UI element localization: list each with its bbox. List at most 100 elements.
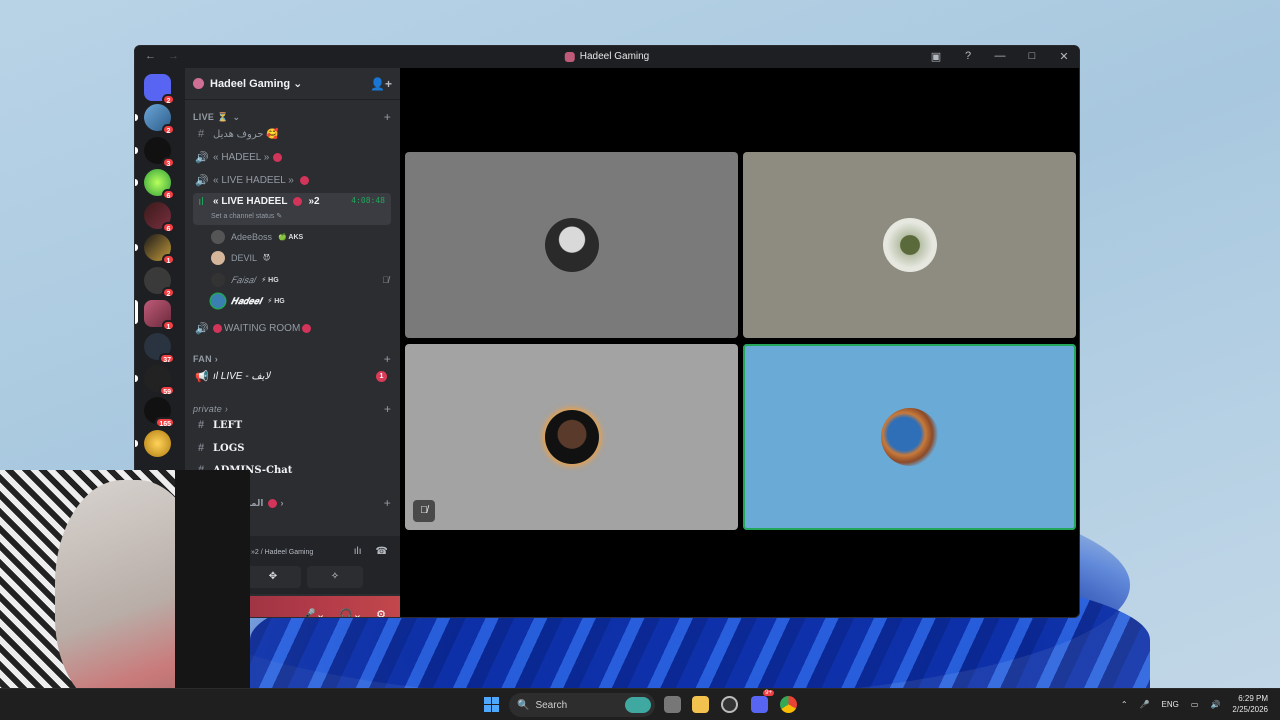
server-icon[interactable]: 6 [144, 202, 175, 233]
server-name: Hadeel Gaming ⌄ [210, 78, 303, 90]
participant-tile[interactable] [743, 152, 1076, 338]
headphones-icon[interactable]: 🎧⌄ [339, 608, 362, 617]
discord-taskbar-icon[interactable]: 9+ [751, 690, 774, 713]
task-view-icon[interactable] [664, 696, 681, 713]
voice-member[interactable]: 𝐹𝑎𝑖𝑠𝑎𝑙 ⚡ HG 🎙̸ [211, 273, 389, 287]
activities-icon[interactable]: ✥ [245, 566, 301, 588]
avatar [880, 408, 939, 466]
channel-label: WAITING ROOM [224, 322, 301, 334]
invite-people-icon[interactable]: 👤+ [370, 77, 392, 91]
add-channel-icon[interactable]: + [384, 110, 391, 124]
channel-status[interactable]: Set a channel status ✎ [211, 212, 282, 220]
file-explorer-icon[interactable] [692, 696, 709, 713]
taskbar-search[interactable]: 🔍 Search [509, 693, 655, 717]
voice-member[interactable]: 𝑯𝒂𝒅𝒆𝒆𝒍 ⚡ HG [211, 294, 389, 308]
participant-tile[interactable]: 🎙̸ [405, 344, 738, 530]
voice-channel-live-hadeel-2[interactable]: ıl « LIVE HADEEL »2 4:08:48 [193, 193, 391, 225]
chevron-up-icon[interactable]: ⌃ [1121, 700, 1128, 709]
search-icon: 🔍 [517, 699, 530, 711]
hashtag-icon: # [197, 128, 205, 140]
server-icon[interactable]: 1 [144, 234, 175, 265]
batman-server-icon[interactable]: 3 [144, 137, 175, 168]
channel-letters[interactable]: # حروف هديل 🥰 [193, 124, 391, 144]
clock[interactable]: 6:29 PM 2/25/2026 [1232, 693, 1268, 715]
minimize-icon[interactable]: — [993, 50, 1007, 63]
voice-member[interactable]: DEVIL 😈 [211, 251, 389, 265]
hadeel-gaming-server-icon[interactable]: 1 [144, 300, 175, 331]
network-icon[interactable]: ▭ [1191, 700, 1199, 709]
stage-channel-live[interactable]: 📢 ıl LIVE - لايف 1 [193, 366, 391, 386]
maximize-icon[interactable]: □ [1025, 50, 1039, 63]
server-icon[interactable]: 165 [144, 397, 175, 428]
member-tag: ⚡ HG [267, 298, 285, 305]
participant-tile-speaking[interactable] [743, 344, 1076, 530]
category-live[interactable]: LIVE ⏳ ⌄ + [193, 110, 391, 124]
unread-pill [135, 440, 138, 447]
avatar [211, 294, 225, 308]
muted-icon: 🎙̸ [382, 275, 389, 285]
category-fan[interactable]: FAN › + [193, 352, 391, 366]
avatar [211, 273, 225, 287]
chevron-down-icon: ⌄ [232, 111, 241, 122]
live-timer: 4:08:48 [351, 196, 385, 205]
date: 2/25/2026 [1232, 705, 1268, 714]
microphone-icon[interactable]: 🎤 [1140, 700, 1150, 709]
user-controls: 🎤⌄ 🎧⌄ ⚙ [302, 608, 386, 617]
chrome-icon[interactable] [780, 696, 797, 713]
channel-left[interactable]: # LEFT [193, 415, 391, 435]
server-icon[interactable]: 37 [144, 333, 175, 364]
channel-label: LOGS [213, 442, 245, 454]
window-title-text: Hadeel Gaming [579, 51, 650, 62]
badge: 37 [159, 353, 175, 364]
unread-pill [135, 179, 138, 186]
language-indicator[interactable]: ENG [1162, 700, 1179, 709]
voice-location[interactable]: »2 / Hadeel Gaming [251, 549, 313, 556]
add-channel-icon[interactable]: + [384, 496, 391, 510]
server-icon[interactable]: 2 [144, 267, 175, 298]
app-icon[interactable] [721, 696, 738, 713]
voice-channel-waiting-room[interactable]: 🔊 WAITING ROOM [193, 318, 391, 338]
add-channel-icon[interactable]: + [384, 402, 391, 416]
participant-tile[interactable] [405, 152, 738, 338]
avatar [544, 218, 599, 272]
forward-icon[interactable]: → [168, 50, 179, 62]
avatar [882, 218, 937, 272]
voice-active-icon: ıl [198, 196, 204, 208]
inbox-icon[interactable]: ▣ [929, 50, 943, 63]
noise-suppression-icon[interactable]: ılı [354, 546, 362, 557]
unread-pill [135, 114, 138, 121]
add-channel-icon[interactable]: + [384, 352, 391, 366]
server-icon[interactable] [144, 430, 171, 457]
volume-icon[interactable]: 🔊 [1210, 700, 1220, 709]
category-private[interactable]: private › + [193, 402, 391, 416]
back-icon[interactable]: ← [145, 50, 156, 62]
selected-pill [135, 300, 138, 324]
voice-actions: ✥ ✧ [245, 566, 363, 588]
server-header[interactable]: Hadeel Gaming ⌄ 👤+ [185, 68, 400, 100]
disconnect-icon[interactable]: ☎ [376, 546, 388, 557]
voice-member[interactable]: AdeeBoss 🍏 AKS [211, 230, 389, 244]
system-tray: ⌃ 🎤 ENG ▭ 🔊 6:29 PM 2/25/2026 [1121, 693, 1268, 715]
member-tag: 😈 [263, 255, 271, 262]
help-icon[interactable]: ? [961, 50, 975, 63]
channel-label: « LIVE HADEEL » [213, 174, 294, 186]
microphone-icon[interactable]: 🎤⌄ [302, 608, 325, 617]
channel-label: LEFT [213, 419, 243, 431]
server-icon[interactable]: 6 [144, 169, 175, 200]
channel-label: « LIVE HADEEL [213, 196, 288, 207]
channel-logs[interactable]: # LOGS [193, 438, 391, 458]
soundboard-icon[interactable]: ✧ [307, 566, 363, 588]
discord-home-icon[interactable]: 2 [144, 74, 175, 105]
windows-start-icon[interactable] [484, 697, 499, 712]
voice-channel-live-hadeel[interactable]: 🔊 « LIVE HADEEL » [193, 170, 391, 190]
channel-label: « HADEEL » [213, 151, 270, 163]
server-icon[interactable]: 2 [144, 104, 175, 135]
settings-gear-icon[interactable]: ⚙ [376, 608, 386, 617]
hashtag-icon: # [197, 442, 205, 454]
close-icon[interactable]: ✕ [1057, 50, 1071, 63]
taskbar: 🔍 Search 9+ ⌃ 🎤 ENG ▭ 🔊 6:29 PM 2/25/202… [0, 688, 1280, 720]
voice-channel-hadeel[interactable]: 🔊 « HADEEL » [193, 147, 391, 167]
unread-pill [135, 375, 138, 382]
nav-buttons: ← → [145, 50, 179, 62]
server-icon[interactable]: 59 [144, 365, 175, 396]
